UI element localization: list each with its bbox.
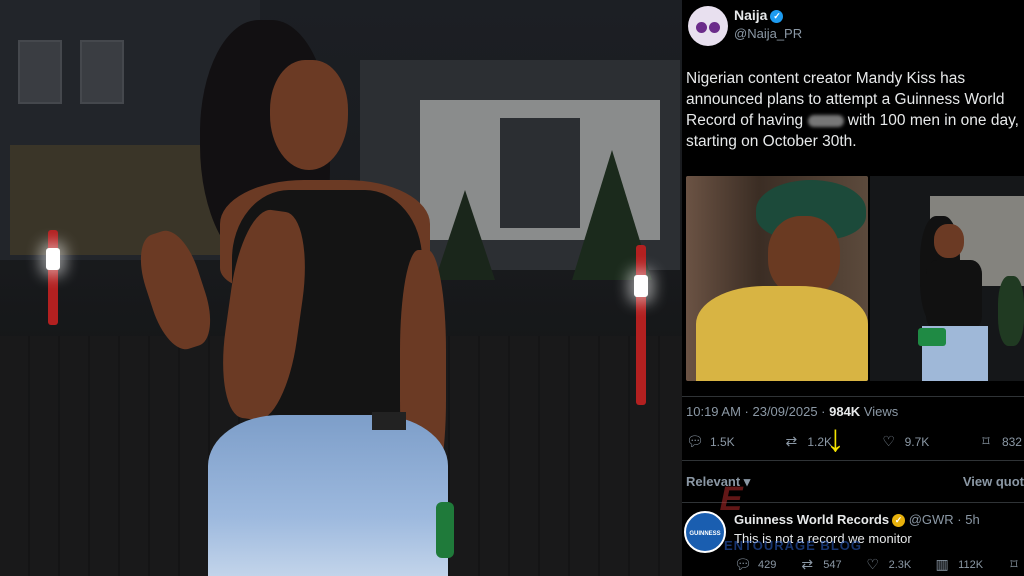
reply-view-count: 112K xyxy=(958,558,984,571)
building-window xyxy=(80,40,124,104)
face xyxy=(270,60,348,170)
doorway xyxy=(500,118,580,228)
bollard xyxy=(634,245,648,405)
repost-icon: ⇄ xyxy=(801,556,814,572)
gwr-avatar-text: GUINNESS xyxy=(689,531,721,537)
repost-icon: ⇄ xyxy=(785,433,798,449)
green-clutch xyxy=(436,502,454,558)
face xyxy=(768,216,840,296)
censored-word xyxy=(807,114,844,127)
black-top xyxy=(926,260,982,330)
tweet-timestamp[interactable]: 10:19 AM · 23/09/2025 · xyxy=(686,404,829,419)
bookmark-count: 832 xyxy=(1001,434,1022,449)
jeans-label xyxy=(372,412,406,430)
green-clutch xyxy=(918,328,946,346)
naija-avatar[interactable] xyxy=(688,6,728,46)
raised-hand xyxy=(130,224,221,356)
bollard xyxy=(46,230,60,325)
reply-views-button[interactable]: ▥ 112K xyxy=(934,556,984,573)
avatar-eye-icon xyxy=(696,22,707,33)
tweet-image-1[interactable] xyxy=(686,176,868,381)
reply-icon: 💬︎ xyxy=(734,556,752,572)
views-label: Views xyxy=(860,404,899,419)
author-name-text[interactable]: Naija xyxy=(734,7,767,23)
reply-repost-count: 547 xyxy=(823,558,842,571)
reply-icon: 💬︎ xyxy=(686,433,704,449)
view-quotes-link[interactable]: View quot xyxy=(963,474,1024,489)
heart-icon: ♡ xyxy=(866,556,879,572)
like-count: 9.7K xyxy=(904,434,930,449)
bookmark-icon: ⌑ xyxy=(982,433,990,449)
building-window xyxy=(18,40,62,104)
jeans xyxy=(208,415,448,576)
tweet-image-2[interactable] xyxy=(870,176,1024,381)
reply-button[interactable]: 💬︎ 1.5K xyxy=(686,433,735,450)
analytics-icon: ▥ xyxy=(935,556,949,572)
tweet-actions: 💬︎ 1.5K ⇄ 1.2K ♡ 9.7K ⌑ 832 xyxy=(686,433,1022,450)
reply-like-button[interactable]: ♡ 2.3K xyxy=(865,556,912,573)
tweet-screenshot: Naija ✓ @Naija_PR Nigerian content creato… xyxy=(682,0,1024,576)
author-name[interactable]: Naija ✓ xyxy=(734,7,784,23)
divider xyxy=(682,460,1024,461)
reply-bookmark-button[interactable]: ⌑ xyxy=(1006,556,1022,573)
reply-count: 1.5K xyxy=(710,434,735,449)
face xyxy=(934,224,964,258)
reply-repost-button[interactable]: ⇄ 547 xyxy=(799,556,841,573)
author-handle[interactable]: @Naija_PR xyxy=(734,26,802,41)
bookmark-icon: ⌑ xyxy=(1010,556,1018,572)
tweet-meta: 10:19 AM · 23/09/2025 · 984K Views xyxy=(686,404,898,419)
reply-reply-count: 429 xyxy=(758,558,777,571)
like-button[interactable]: ♡ 9.7K xyxy=(881,433,930,450)
reply-handle[interactable]: @GWR · 5h xyxy=(909,512,980,527)
watermark-logo-icon: E xyxy=(716,480,747,518)
watermark-text: ENTOURAGE BLOG xyxy=(724,538,862,553)
view-count: 984K xyxy=(829,404,861,419)
verified-gold-badge-icon: ✓ xyxy=(892,514,906,528)
reply-actions: 💬︎ 429 ⇄ 547 ♡ 2.3K ▥ 112K ⌑ xyxy=(734,556,1022,573)
bookmark-button[interactable]: ⌑ 832 xyxy=(978,433,1022,450)
yellow-lace-dress xyxy=(696,286,868,381)
woman-figure xyxy=(130,20,460,576)
verified-badge-icon: ✓ xyxy=(770,9,784,23)
arrow-down-icon: ↓ xyxy=(826,418,845,460)
reply-like-count: 2.3K xyxy=(888,558,912,571)
repost-button[interactable]: ⇄ 1.2K xyxy=(783,433,832,450)
tweet-body: Nigerian content creator Mandy Kiss has … xyxy=(686,68,1022,152)
reply-reply-button[interactable]: 💬︎ 429 xyxy=(734,556,776,573)
divider xyxy=(682,396,1024,397)
avatar-eye-icon xyxy=(709,22,720,33)
heart-icon: ♡ xyxy=(882,433,895,449)
plant xyxy=(998,276,1024,346)
left-photo xyxy=(0,0,682,576)
